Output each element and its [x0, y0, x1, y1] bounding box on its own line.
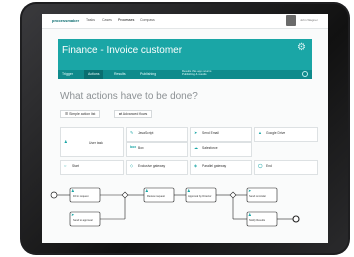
- refresh-icon[interactable]: [302, 71, 308, 77]
- script-icon: ✎: [130, 130, 134, 135]
- start-event[interactable]: [50, 191, 58, 199]
- palette-end[interactable]: ◯ End: [254, 160, 318, 175]
- nav-link-tasks[interactable]: Tasks: [86, 18, 95, 22]
- palette-exclusive-gateway[interactable]: ◇ Exclusive gateway: [126, 160, 188, 175]
- palette-salesforce[interactable]: ☁ Salesforce: [190, 142, 252, 157]
- page-title: Finance - Invoice customer: [62, 45, 183, 56]
- task-label: Notify Results: [249, 218, 266, 222]
- task-label: Fill in request: [73, 194, 89, 198]
- parallel-icon: ◈: [194, 163, 198, 168]
- user-icon: ♟: [145, 188, 149, 193]
- palette-send-email[interactable]: ➤ Send Email: [190, 127, 252, 142]
- task-label: Review request: [147, 194, 165, 198]
- tab-note-line2: Publishing & results: [182, 72, 207, 76]
- drive-icon: ▲: [258, 130, 262, 135]
- exclusive-gateway[interactable]: [229, 191, 237, 199]
- task-label: Send to approval: [73, 218, 93, 222]
- top-navigation: processmaker Tasks Cases Processes Compa…: [42, 14, 328, 29]
- user-name[interactable]: John Wagner: [300, 18, 318, 22]
- user-icon: ♟: [64, 139, 68, 144]
- palette-parallel-gateway[interactable]: ◈ Parallel gateway: [190, 160, 252, 175]
- task-label: Approval by Director: [188, 194, 212, 198]
- end-event[interactable]: [292, 215, 300, 223]
- process-tabs: Trigger Actions Results Publishing Resul…: [58, 70, 312, 79]
- task-label: Send reminder: [249, 194, 266, 198]
- simple-action-list-button[interactable]: ☰ Simple action list: [60, 110, 101, 118]
- flow-icon: ⇄: [119, 112, 122, 116]
- end-icon: ◯: [258, 163, 263, 168]
- box-icon: box: [130, 145, 137, 149]
- palette-user-task[interactable]: ♟ User task: [60, 127, 124, 157]
- palette-start[interactable]: ○ Start: [60, 160, 124, 175]
- nav-link-cases[interactable]: Cases: [102, 18, 112, 22]
- element-palette: ♟ User task ✎ JavaScript ➤ Send Email ▲ …: [60, 127, 318, 177]
- palette-javascript[interactable]: ✎ JavaScript: [126, 127, 188, 142]
- send-icon: ➤: [194, 130, 198, 135]
- advanced-flows-label: Advanced flows: [122, 112, 148, 116]
- advanced-flows-button[interactable]: ⇄ Advanced flows: [114, 110, 153, 118]
- tab-note: Results this app returns Publishing & re…: [182, 70, 211, 76]
- user-icon: ♟: [187, 188, 191, 193]
- process-banner: Finance - Invoice customer ⚙: [58, 39, 312, 70]
- tab-results[interactable]: Results: [114, 72, 126, 76]
- tab-trigger[interactable]: Trigger: [62, 72, 73, 76]
- simple-action-list-label: Simple action list: [69, 112, 96, 116]
- start-icon: ○: [64, 163, 67, 168]
- process-diagram: Fill in request Review request Send to a…: [50, 187, 300, 227]
- tab-actions[interactable]: Actions: [84, 70, 104, 79]
- user-icon: ♟: [248, 212, 252, 217]
- palette-google-drive[interactable]: ▲ Google Drive: [254, 127, 318, 142]
- exclusive-gateway[interactable]: [121, 191, 129, 199]
- user-avatar[interactable]: [286, 15, 296, 26]
- nav-link-processes[interactable]: Processes: [118, 18, 134, 22]
- tab-publishing[interactable]: Publishing: [140, 72, 156, 76]
- list-icon: ☰: [65, 112, 69, 116]
- cloud-icon: ☁: [194, 145, 198, 150]
- section-heading: What actions have to be done?: [60, 91, 198, 102]
- tablet-screen: processmaker Tasks Cases Processes Compa…: [42, 14, 328, 243]
- app-logo[interactable]: processmaker: [52, 18, 79, 23]
- user-icon: ♟: [71, 188, 75, 193]
- gateway-icon: ◇: [130, 163, 134, 168]
- nav-link-compass[interactable]: Compass: [140, 18, 155, 22]
- gear-icon[interactable]: ⚙: [297, 42, 306, 53]
- palette-box[interactable]: box Box: [126, 142, 188, 157]
